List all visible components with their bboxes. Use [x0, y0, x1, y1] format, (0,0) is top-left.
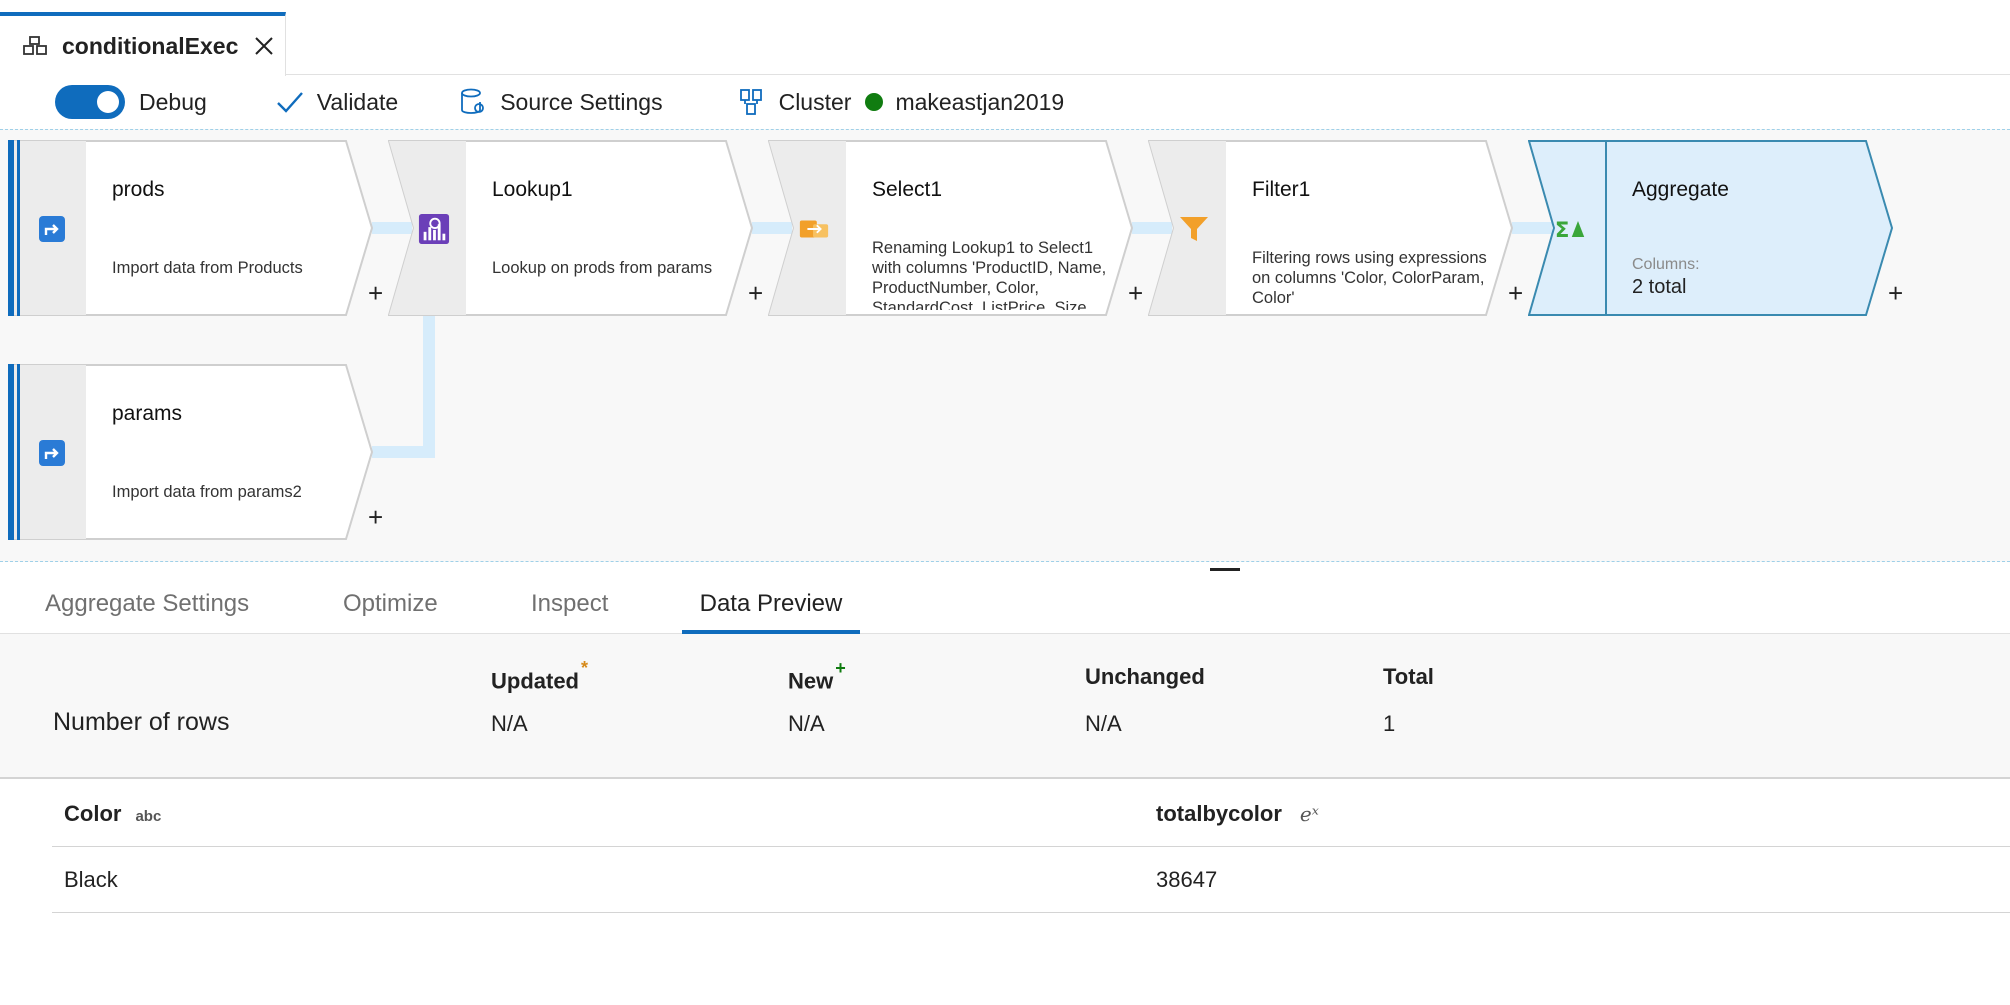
- close-icon[interactable]: [252, 34, 276, 58]
- node-select1[interactable]: Select1 Renaming Lookup1 to Select1 with…: [768, 140, 1143, 316]
- dataflow-canvas[interactable]: prods Import data from Products + Lookup…: [0, 129, 2010, 562]
- total-value: 1: [1383, 711, 1396, 736]
- tab-inspect[interactable]: Inspect: [531, 590, 608, 634]
- node-title: Aggregate: [1632, 178, 1729, 201]
- dataflow-icon: [22, 33, 48, 59]
- table-row[interactable]: Black 38647: [52, 847, 2010, 913]
- node-title: Select1: [872, 178, 943, 201]
- node-filter1[interactable]: Filter1 Filtering rows using expressions…: [1148, 140, 1523, 316]
- add-transform-button[interactable]: +: [1128, 280, 1143, 306]
- add-transform-button[interactable]: +: [748, 280, 763, 306]
- columns-label: Columns:: [1632, 256, 1700, 273]
- row-count-summary: Number of rows Updated* New+ Unchanged T…: [0, 634, 2010, 779]
- tab-conditionalexec[interactable]: conditionalExec: [0, 12, 286, 76]
- tab-title: conditionalExec: [62, 32, 239, 59]
- node-description: Lookup on prods from params: [492, 259, 713, 277]
- filter-icon: [1178, 213, 1210, 245]
- tab-aggregate-settings[interactable]: Aggregate Settings: [45, 590, 249, 634]
- updated-header: Updated*: [491, 658, 589, 694]
- tab-data-preview[interactable]: Data Preview: [682, 590, 860, 634]
- add-transform-button[interactable]: +: [368, 504, 383, 530]
- document-tab-bar: conditionalExec: [0, 0, 2010, 76]
- column-header-color[interactable]: Color abc: [64, 801, 161, 827]
- add-transform-button[interactable]: +: [1888, 280, 1903, 306]
- source-icon: [36, 213, 68, 245]
- connector-line: [423, 315, 435, 458]
- cell-color: Black: [64, 867, 118, 892]
- new-marker: +: [835, 658, 846, 678]
- node-description: Filtering rows using expressions on colu…: [1252, 249, 1487, 307]
- aggregate-icon: Σ: [1554, 213, 1586, 245]
- total-header: Total: [1383, 664, 1434, 689]
- cluster-icon: [737, 87, 767, 117]
- unchanged-header: Unchanged: [1085, 664, 1205, 689]
- columns-count: 2 total: [1632, 276, 1687, 298]
- source-icon: [36, 437, 68, 469]
- node-description: Import data from params2: [112, 483, 302, 501]
- number-type-icon: eˣ: [1299, 802, 1319, 826]
- updated-marker: *: [581, 658, 589, 678]
- toggle-switch[interactable]: [55, 85, 125, 119]
- source-settings-label: Source Settings: [500, 88, 663, 115]
- node-aggregate[interactable]: Σ Aggregate Columns: 2 total +: [1528, 140, 1903, 316]
- node-prods[interactable]: prods Import data from Products +: [8, 140, 383, 316]
- updated-value: N/A: [491, 711, 528, 736]
- node-title: Lookup1: [492, 178, 573, 201]
- add-transform-button[interactable]: +: [1508, 280, 1523, 306]
- source-settings-button[interactable]: Source Settings: [458, 82, 663, 122]
- new-header: New+: [788, 658, 846, 694]
- data-preview-grid: Color abc totalbycolor eˣ Black 38647: [52, 781, 2010, 913]
- tab-optimize[interactable]: Optimize: [343, 590, 438, 634]
- toolbar: Debug Validate Source Settings Cluster m…: [0, 76, 2010, 128]
- cluster-status[interactable]: Cluster makeastjan2019: [737, 82, 1065, 122]
- debug-label: Debug: [139, 88, 207, 115]
- select-icon: [798, 213, 830, 245]
- status-dot-icon: [865, 93, 884, 111]
- connector-line: [372, 446, 435, 458]
- panel-resize-handle[interactable]: [1210, 568, 1240, 571]
- node-description: Import data from Products: [112, 259, 303, 277]
- column-header-totalbycolor[interactable]: totalbycolor eˣ: [1156, 801, 1319, 827]
- panel-tab-bar: Aggregate Settings Optimize Inspect Data…: [0, 578, 2010, 634]
- unchanged-value: N/A: [1085, 711, 1122, 736]
- validate-label: Validate: [316, 88, 399, 115]
- cell-totalbycolor: 38647: [1156, 867, 1218, 892]
- new-value: N/A: [788, 711, 825, 736]
- cluster-label: Cluster: [778, 88, 852, 115]
- grid-header-row: Color abc totalbycolor eˣ: [52, 781, 2010, 847]
- string-type-icon: abc: [135, 808, 162, 825]
- number-of-rows-label: Number of rows: [53, 708, 230, 736]
- node-title: params: [112, 402, 183, 425]
- lookup-icon: [418, 213, 450, 245]
- cluster-name: makeastjan2019: [895, 88, 1065, 115]
- node-title: Filter1: [1252, 178, 1311, 201]
- database-settings-icon: [458, 87, 488, 117]
- checkmark-icon: [275, 87, 305, 117]
- debug-toggle[interactable]: Debug: [0, 82, 207, 122]
- node-description: Renaming Lookup1 to Select1 with columns…: [872, 239, 1107, 310]
- node-params[interactable]: params Import data from params2 +: [8, 364, 383, 540]
- node-lookup1[interactable]: Lookup1 Lookup on prods from params +: [388, 140, 763, 316]
- node-title: prods: [112, 178, 165, 201]
- svg-text:Σ: Σ: [1555, 218, 1570, 243]
- add-transform-button[interactable]: +: [368, 280, 383, 306]
- validate-button[interactable]: Validate: [275, 82, 398, 122]
